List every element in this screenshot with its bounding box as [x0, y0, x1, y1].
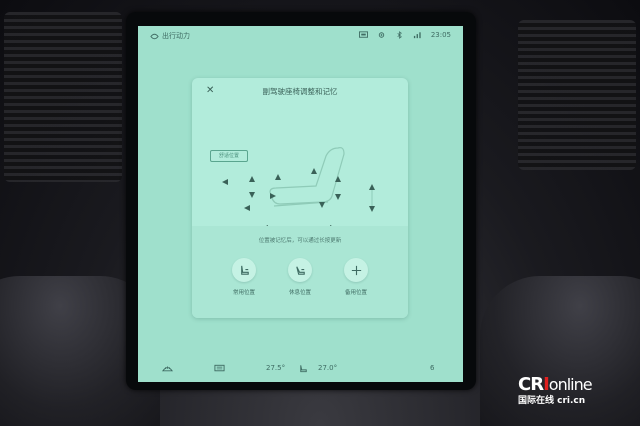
rear-defrost-icon: [214, 364, 225, 372]
passenger-temp[interactable]: 27.0°: [318, 364, 337, 372]
backup-position-button[interactable]: 备用位置: [326, 258, 386, 296]
center-display: 出行动力 23:05 ✕ 副驾驶座椅调整和记忆 舒适位置 位置被记忆后，可以通过…: [138, 26, 463, 382]
seat-icon-wrap: [232, 258, 256, 282]
seat-arrow-icons: [222, 168, 375, 231]
seat-adjust-dialog: ✕ 副驾驶座椅调整和记忆 舒适位置 位置被记忆后，可以通过长按更新 常用位置 休…: [192, 78, 408, 318]
front-defrost-button[interactable]: [162, 364, 173, 373]
status-icons: 23:05: [358, 31, 451, 39]
arrow-down-3[interactable]: [319, 202, 325, 208]
arrow-up-4[interactable]: [335, 176, 341, 182]
common-position-label: 常用位置: [232, 290, 255, 296]
seat-heat-icon: [300, 365, 307, 373]
memory-hint: 位置被记忆后，可以通过长按更新: [258, 238, 342, 244]
bottom-control-bar: 27.5° 27.0° 6: [138, 356, 463, 382]
arrow-down-1[interactable]: [249, 192, 255, 198]
arrow-down-2[interactable]: [335, 194, 341, 200]
app-title-area[interactable]: 出行动力: [150, 31, 190, 41]
status-bar: 出行动力 23:05: [138, 26, 463, 48]
screen-icon[interactable]: [358, 31, 368, 39]
dialog-title: 副驾驶座椅调整和记忆: [262, 87, 338, 96]
recline-icon-wrap: [288, 258, 312, 282]
cri-logo: CRIonline: [518, 374, 628, 395]
bluetooth-icon: [397, 31, 402, 39]
right-air-vent: [518, 20, 636, 170]
arrow-up-3[interactable]: [311, 168, 317, 174]
backup-position-label: 备用位置: [344, 290, 367, 296]
arrow-left-2[interactable]: [244, 205, 250, 211]
car-interior-scene: 出行动力 23:05 ✕ 副驾驶座椅调整和记忆 舒适位置 位置被记忆后，可以通过…: [0, 0, 640, 426]
recline-seat-icon: [295, 266, 305, 275]
rest-position-button[interactable]: 休息位置: [270, 258, 330, 296]
plus-icon-wrap: [344, 258, 368, 282]
rest-position-label: 休息位置: [288, 290, 311, 296]
clock: 23:05: [430, 31, 451, 39]
seat-icon: [240, 265, 249, 275]
app-logo-icon: [150, 33, 159, 39]
cri-watermark: CRIonline 国际在线 cri.cn: [518, 374, 628, 414]
arrow-right-1[interactable]: [270, 193, 276, 199]
memory-section: 位置被记忆后，可以通过长按更新 常用位置 休息位置 备用位置: [192, 226, 408, 318]
logo-online: online: [548, 375, 593, 394]
app-title: 出行动力: [162, 32, 190, 40]
driver-temp[interactable]: 27.5°: [266, 364, 285, 372]
seat-outline-icon: [269, 147, 345, 207]
arrow-up-5[interactable]: [369, 184, 375, 190]
seat-heat-button[interactable]: [298, 364, 309, 373]
cri-subtitle: 国际在线 cri.cn: [518, 396, 586, 406]
logo-cr: CR: [518, 374, 544, 395]
common-position-button[interactable]: 常用位置: [214, 258, 274, 296]
front-defrost-icon: [162, 366, 173, 372]
arrow-left-1[interactable]: [222, 179, 228, 185]
arrow-up-2[interactable]: [275, 174, 281, 180]
plus-icon: [351, 265, 361, 275]
signal-icon: [413, 32, 421, 39]
settings-icon[interactable]: [377, 31, 386, 39]
comfort-position-tag: 舒适位置: [210, 150, 248, 162]
rear-defrost-button[interactable]: [214, 364, 225, 373]
arrow-down-4[interactable]: [369, 206, 375, 212]
fan-level[interactable]: 6: [430, 364, 434, 372]
left-air-vent: [4, 12, 122, 182]
arrow-up-1[interactable]: [249, 176, 255, 182]
